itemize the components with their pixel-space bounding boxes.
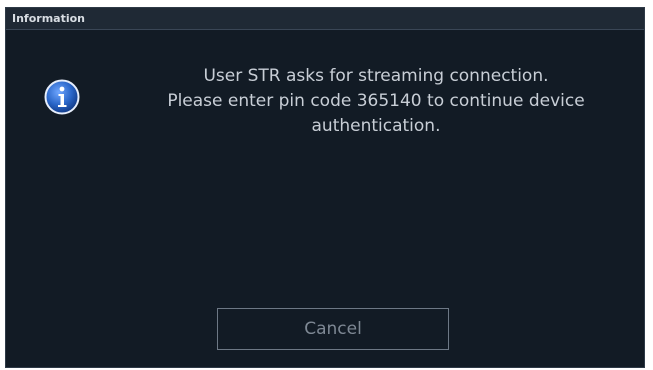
info-icon <box>44 79 80 115</box>
cancel-button[interactable]: Cancel <box>217 308 449 350</box>
message-line: User STR asks for streaming connection. <box>203 66 549 86</box>
information-dialog: Information User STR asks for streaming … <box>5 7 645 368</box>
message-line: authentication. <box>311 116 441 136</box>
message-line: Please enter pin code 365140 to continue… <box>167 91 585 111</box>
dialog-message: User STR asks for streaming connection. … <box>126 64 626 139</box>
dialog-titlebar: Information <box>6 8 644 30</box>
dialog-title: Information <box>12 12 85 25</box>
